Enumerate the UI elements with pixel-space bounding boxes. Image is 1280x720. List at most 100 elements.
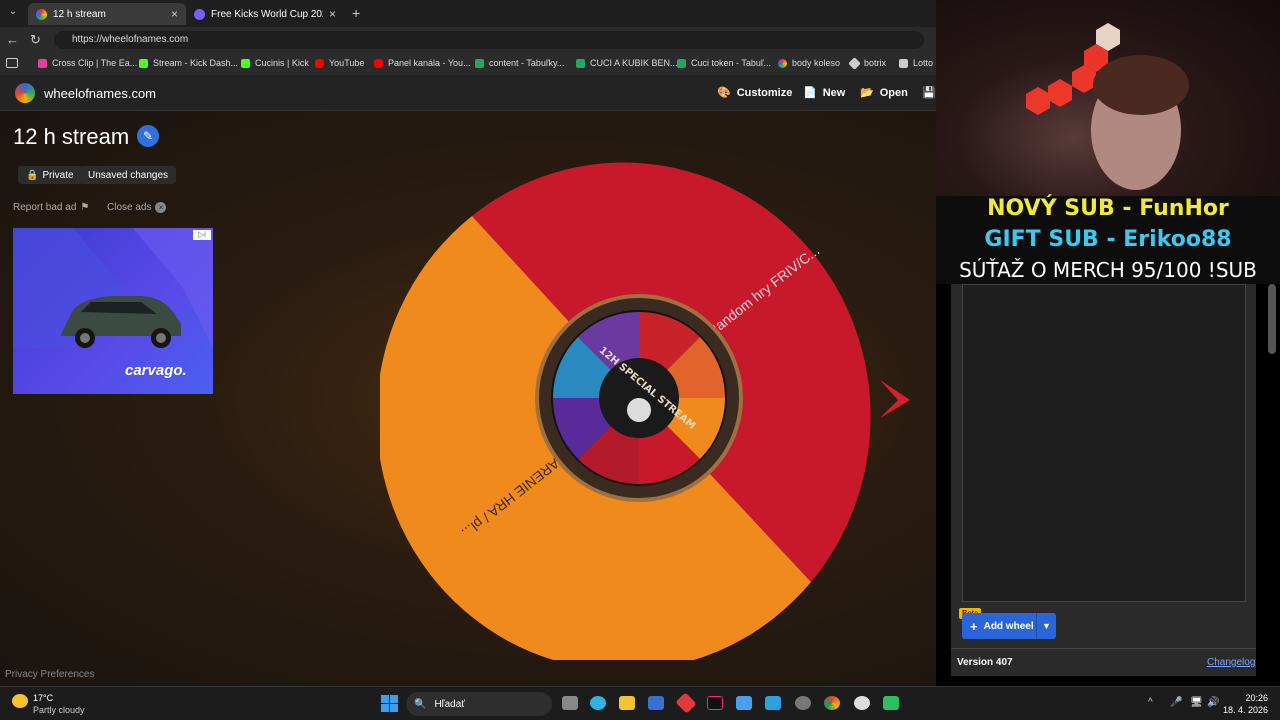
bookmark-item[interactable]: Stream - Kick Dash... [139, 58, 238, 68]
save-button[interactable]: 💾 [922, 86, 936, 99]
webcam-feed [936, 0, 1280, 196]
chevron-up-icon[interactable]: ^ [1148, 697, 1153, 708]
kick-icon [139, 58, 148, 68]
obs-icon[interactable] [854, 696, 870, 710]
sheets-icon [576, 58, 585, 68]
merch-goal: SÚŤAŽ O MERCH 95/100 !SUB [959, 258, 1257, 282]
close-icon[interactable]: × [171, 7, 178, 21]
clock-time[interactable]: 20:26 [1226, 693, 1268, 703]
botrix-icon [848, 56, 861, 70]
youtube-icon [374, 58, 383, 68]
changelog-link[interactable]: Changelog [1207, 657, 1255, 668]
game-favicon-icon [194, 8, 205, 20]
close-ads-link[interactable]: Close ads × [107, 202, 167, 213]
bookmark-item[interactable]: YouTube [315, 58, 364, 68]
chrome-icon[interactable] [824, 696, 840, 710]
report-ad-link[interactable]: Report bad ad ⚑ [13, 202, 89, 213]
store-icon[interactable] [648, 696, 664, 710]
tiktok-icon[interactable] [707, 696, 723, 710]
sheets-icon [677, 58, 686, 68]
entries-textarea[interactable] [962, 284, 1246, 602]
network-icon[interactable]: 🖥 [1190, 697, 1203, 708]
divider [951, 648, 1256, 649]
settings-icon[interactable] [795, 696, 811, 710]
bookmark-item[interactable]: Lotto I [899, 58, 938, 68]
clock-date[interactable]: 18. 4. 2026 [1222, 705, 1268, 715]
file-icon: 📄 [803, 87, 817, 99]
customize-button[interactable]: 🎨 Customize [717, 86, 792, 100]
reload-icon[interactable]: ↻ [30, 32, 41, 48]
temperature: 17°C [33, 693, 54, 703]
wheel-icon [778, 58, 787, 68]
chevron-down-icon[interactable]: ▼ [1036, 613, 1056, 639]
bookmark-item[interactable]: body koleso [778, 58, 840, 68]
ad-brand: carvago. [125, 362, 187, 379]
bookmarks-bar: Cross Clip | The Ea... Stream - Kick Das… [0, 53, 938, 75]
notepad-icon[interactable] [736, 696, 752, 710]
grid-icon [899, 58, 908, 68]
tab-12h-stream[interactable]: 12 h stream × [28, 3, 186, 25]
reading-list-icon[interactable] [6, 58, 18, 68]
advertisement[interactable]: carvago. ▷i [13, 228, 213, 394]
new-tab-button[interactable]: + [352, 5, 360, 21]
microphone-icon[interactable]: 🎤 [1170, 697, 1182, 708]
bookmark-item[interactable]: CUCI A KUBIK BEN... [576, 58, 678, 68]
start-icon[interactable] [381, 695, 398, 712]
adchoices-icon[interactable]: ▷i [193, 230, 211, 240]
close-circle-icon: × [155, 202, 167, 213]
pencil-icon: ✎ [142, 129, 154, 143]
task-view-icon[interactable] [562, 696, 578, 710]
lock-icon: 🔒 [26, 169, 39, 181]
open-button[interactable]: 📂 Open [860, 86, 908, 100]
tab-label: 12 h stream [53, 8, 106, 20]
bookmark-item[interactable]: content - Tabuľky... [475, 58, 564, 68]
wheel-pointer-icon [880, 380, 910, 418]
photos-icon[interactable] [765, 696, 781, 710]
bookmark-item[interactable]: Cuci token - Tabuľ... [677, 58, 771, 68]
streamer-video [1026, 23, 1189, 190]
url-input[interactable]: https://wheelofnames.com [54, 31, 924, 49]
wheel-title: 12 h stream [13, 124, 130, 149]
brand-name[interactable]: wheelofnames.com [44, 86, 156, 101]
edge-icon[interactable] [590, 696, 606, 710]
bookmark-item[interactable]: Cucinis | Kick [241, 58, 309, 68]
taskbar [0, 686, 1280, 720]
plus-icon: + [970, 618, 978, 634]
search-box[interactable]: 🔍 Hľadať [406, 692, 552, 716]
close-icon[interactable]: × [329, 7, 336, 21]
back-icon[interactable]: ← [6, 32, 19, 47]
wheelofnames-logo-icon [15, 83, 35, 103]
weather-icon[interactable] [12, 694, 28, 708]
unsaved-badge: Unsaved changes [80, 166, 177, 184]
flag-icon: ⚑ [80, 202, 90, 213]
wheel[interactable]: Random hry FRIV/C... VARENIE HRA / pl...… [380, 140, 920, 660]
crossclip-icon [38, 58, 47, 68]
youtube-icon [315, 58, 324, 68]
palette-icon: 🎨 [717, 87, 731, 99]
bookmark-item[interactable]: botrix [848, 56, 886, 70]
volume-icon[interactable]: 🔊 [1207, 697, 1219, 708]
tab-free-kicks[interactable]: Free Kicks World Cup 2026 🎮 Pla × [186, 3, 344, 25]
version-label: Version 407 [957, 657, 1013, 668]
app2-icon[interactable] [883, 696, 899, 710]
file-explorer-icon[interactable] [619, 696, 635, 710]
tab-list-icon[interactable]: ⌄ [4, 6, 22, 22]
monkey-icon [627, 398, 651, 422]
search-icon: 🔍 [414, 698, 427, 710]
gift-sub-alert: GIFT SUB - Erikoo88 [984, 227, 1232, 252]
privacy-link[interactable]: Privacy Preferences [5, 669, 94, 680]
weather-desc: Partly cloudy [33, 705, 85, 715]
bookmark-item[interactable]: Cross Clip | The Ea... [38, 58, 137, 68]
edit-title-button[interactable]: ✎ [137, 125, 159, 147]
kick-icon [241, 58, 250, 68]
tab-bar: ⌄ 12 h stream × Free Kicks World Cup 202… [0, 0, 936, 27]
folder-icon: 📂 [860, 87, 874, 99]
save-icon: 💾 [922, 87, 936, 99]
scrollbar[interactable] [1268, 284, 1276, 354]
add-wheel-button[interactable]: + Add wheel ▼ [962, 613, 1056, 639]
sheets-icon [475, 58, 484, 68]
bookmark-item[interactable]: Panel kanála - You... [374, 58, 471, 68]
new-sub-alert: NOVÝ SUB - FunHor [987, 196, 1229, 221]
private-badge[interactable]: 🔒 Private [18, 166, 82, 184]
new-button[interactable]: 📄 New [803, 86, 845, 100]
